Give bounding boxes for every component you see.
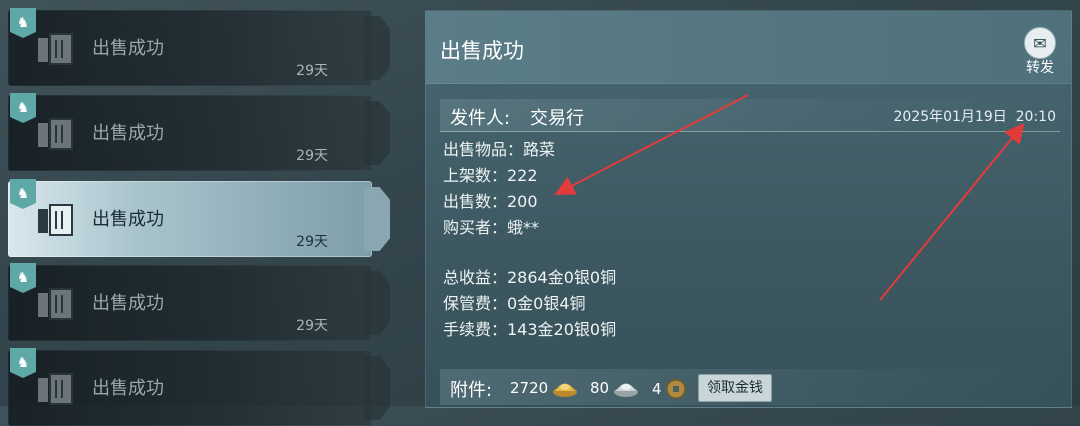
annotation-arrow [554, 94, 749, 195]
annotation-arrow [879, 122, 1025, 301]
annotation-arrows [554, 94, 1025, 301]
